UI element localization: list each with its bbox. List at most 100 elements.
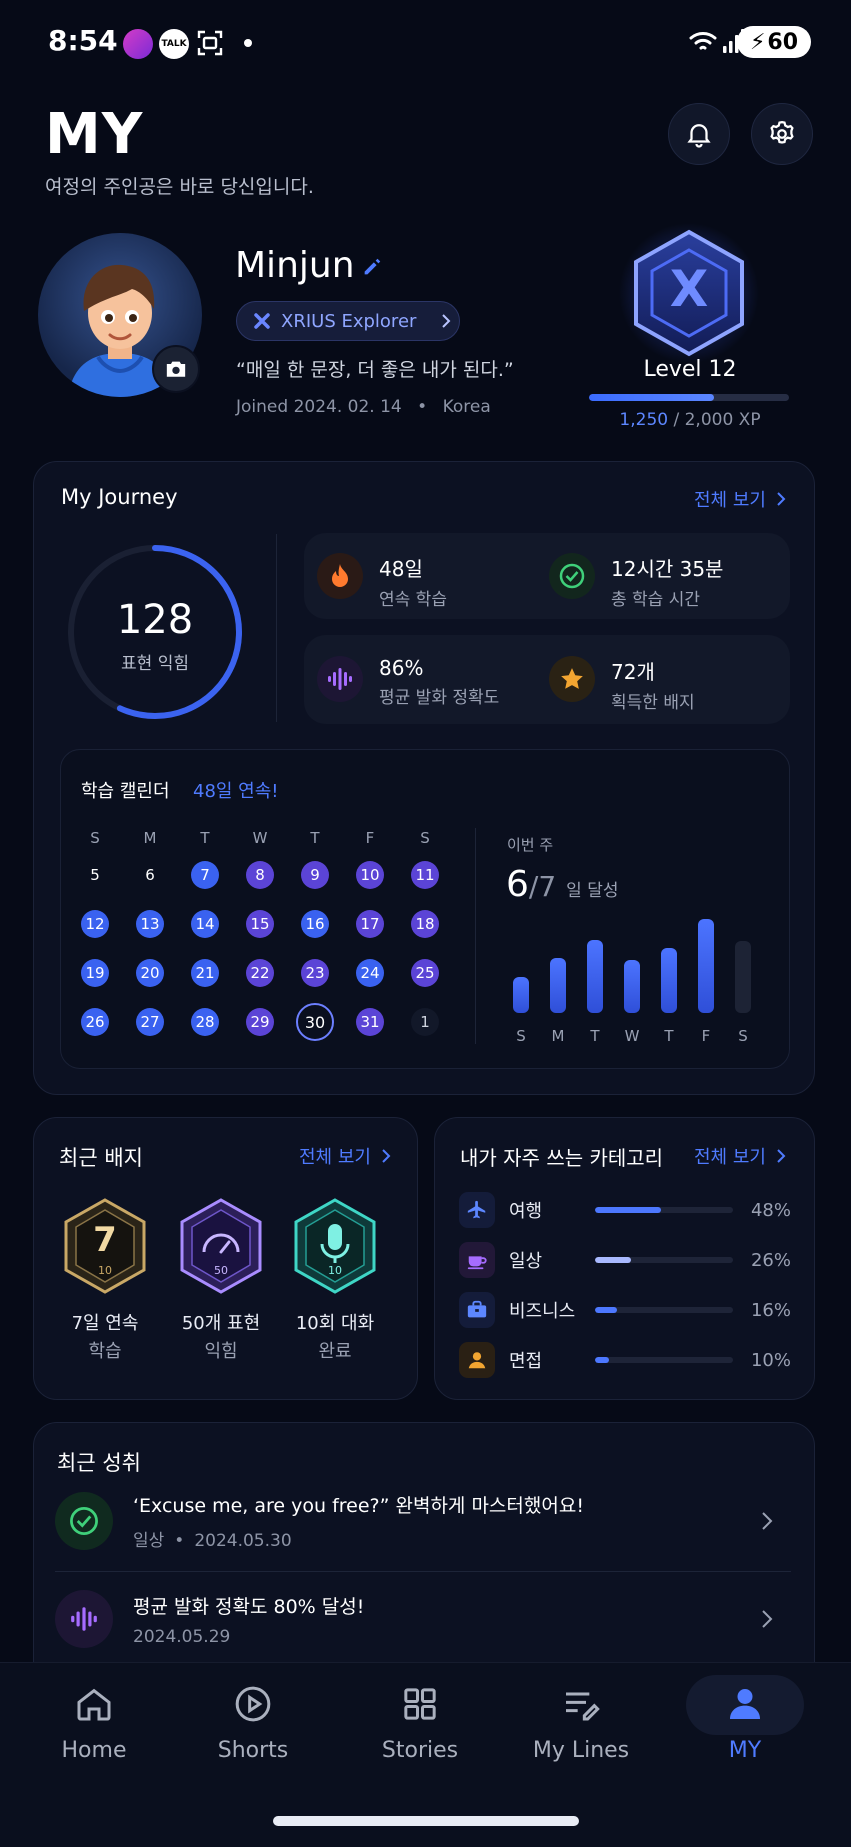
calendar-day[interactable]: 9 [301,861,329,889]
category-list: 여행 48% 일상 26% 비즈니스 16% 면접 10% [459,1185,791,1385]
category-row-travel[interactable]: 여행 48% [459,1185,791,1235]
week-bar [550,958,566,1013]
week-bar [735,941,751,1013]
achievement-row[interactable]: 평균 발화 정확도 80% 달성! 2024.05.29 [55,1572,791,1666]
nav-shorts[interactable]: Shorts [183,1684,323,1763]
category-row-business[interactable]: 비즈니스 16% [459,1285,791,1335]
nav-my[interactable]: MY [675,1684,815,1763]
week-bar-label: T [590,1027,600,1045]
stat-accuracy: 86% 평균 발화 정확도 [317,656,499,708]
calendar-day[interactable]: 23 [301,959,329,987]
calendar-day[interactable]: 1 [411,1008,439,1036]
badge-10-conversations[interactable]: 10 [290,1196,380,1296]
wifi-icon [688,28,718,60]
badge-50-label: 50개 표현 익힘 [181,1313,261,1362]
category-bar [595,1207,733,1213]
categories-see-all-link[interactable]: 전체 보기 [694,1143,786,1169]
nav-home[interactable]: Home [24,1684,164,1763]
calendar-day[interactable]: 15 [246,910,274,938]
calendar-day[interactable]: 25 [411,959,439,987]
screenshot-icon [196,29,224,57]
calendar-day[interactable]: 12 [81,910,109,938]
calendar-day[interactable]: 31 [356,1008,384,1036]
calendar-day[interactable]: 18 [411,910,439,938]
calendar-day[interactable]: 14 [191,910,219,938]
calendar-day[interactable]: 20 [136,959,164,987]
change-photo-button[interactable] [152,345,200,393]
weekday-label: S [90,829,100,847]
week-bar-label: S [516,1027,526,1045]
calendar-day[interactable]: 27 [136,1008,164,1036]
category-row-daily[interactable]: 일상 26% [459,1235,791,1285]
categories-title: 내가 자주 쓰는 카테고리 [460,1146,664,1170]
battery-indicator: ⚡ 60 [737,26,811,58]
weekday-label: F [365,829,375,847]
calendar-day[interactable]: 8 [246,861,274,889]
category-bar-fill [595,1307,618,1313]
week-bar-label: T [664,1027,674,1045]
more-notifications-dot [244,39,252,47]
xp-progress-bar [589,394,789,401]
camera-icon [166,361,186,377]
calendar-day[interactable]: 21 [191,959,219,987]
soundwave-icon [55,1590,113,1648]
badge-7day[interactable]: 7 10 [60,1196,150,1296]
edit-name-button[interactable] [361,256,383,282]
category-row-interview[interactable]: 면접 10% [459,1335,791,1385]
week-bar [661,948,677,1013]
calendar-day[interactable]: 13 [136,910,164,938]
notes-edit-icon [566,1692,600,1721]
journey-see-all-link[interactable]: 전체 보기 [694,486,786,512]
calendar-day[interactable]: 7 [191,861,219,889]
star-icon [549,656,595,702]
calendar-day[interactable]: 26 [81,1008,109,1036]
category-bar-fill [595,1257,631,1263]
chevron-right-icon [382,1149,391,1163]
person-icon [459,1342,495,1378]
settings-button[interactable] [751,103,813,165]
calendar-day[interactable]: 22 [246,959,274,987]
week-bar [698,919,714,1013]
xp-text: 1,250 / 2,000 XP [619,410,761,430]
level-emblem[interactable]: X [618,222,760,364]
calendar-day[interactable]: 11 [411,861,439,889]
achievement-row[interactable]: ‘Excuse me, are you free?” 완벽하게 마스터했어요! … [55,1474,791,1568]
week-bar [624,960,640,1013]
calendar-day[interactable]: 28 [191,1008,219,1036]
notifications-button[interactable] [668,103,730,165]
achievement-title: 평균 발화 정확도 80% 달성! [133,1595,365,1618]
nav-my-lines[interactable]: My Lines [511,1684,651,1763]
grid-icon [404,1688,436,1720]
divider [276,534,277,722]
calendar-day[interactable]: 10 [356,861,384,889]
gear-icon [770,120,794,144]
category-bar [595,1257,733,1263]
badge-50-expressions[interactable]: 50 [176,1196,266,1296]
achievement-date: 2024.05.29 [133,1626,231,1647]
calendar-day[interactable]: 16 [301,910,329,938]
badge-7day-label: 7일 연속 학습 [71,1313,139,1362]
week-bar-label: M [551,1027,565,1045]
calendar-day[interactable]: 17 [356,910,384,938]
week-progress: 6 /7 일 달성 [506,864,619,905]
expressions-ring: 128 표현 익힘 [64,541,246,723]
week-bar [587,940,603,1013]
divider [475,828,476,1044]
calendar-day-today[interactable]: 30 [296,1003,334,1041]
nav-stories[interactable]: Stories [350,1684,490,1763]
expressions-label: 표현 익힘 [121,654,189,674]
speedometer-badge-icon [180,1198,262,1294]
category-bar [595,1357,733,1363]
chevron-right-icon [442,314,451,328]
badges-see-all-link[interactable]: 전체 보기 [299,1143,391,1169]
calendar-day[interactable]: 19 [81,959,109,987]
week-label: 이번 주 [507,836,554,854]
profile-title-pill[interactable]: XRIUS Explorer [236,301,460,341]
calendar-day[interactable]: 24 [356,959,384,987]
week-bar-label: W [624,1027,640,1045]
expressions-count: 128 [116,597,194,643]
profile-name: Minjun [235,245,355,286]
calendar-day[interactable]: 5 [81,861,109,889]
calendar-day[interactable]: 29 [246,1008,274,1036]
calendar-day[interactable]: 6 [136,861,164,889]
